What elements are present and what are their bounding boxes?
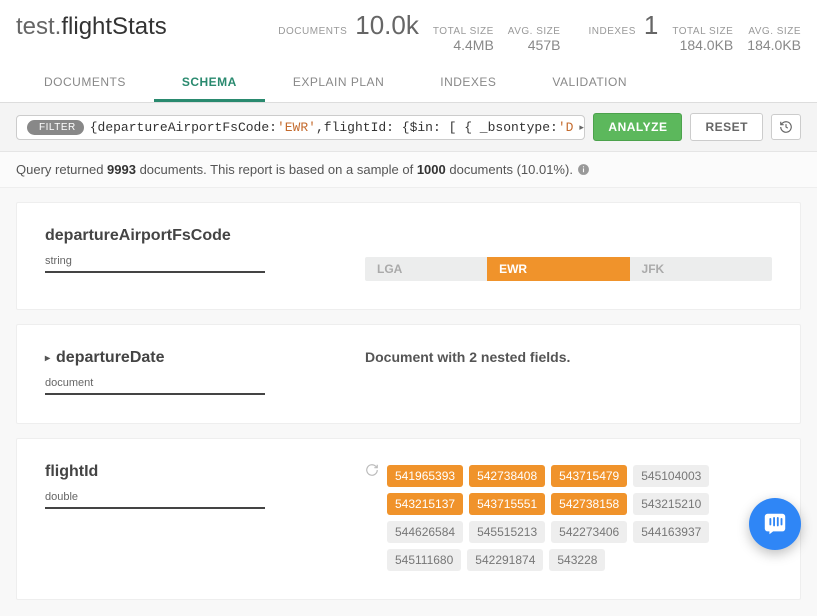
namespace-title: test.flightStats: [16, 13, 167, 41]
reset-button[interactable]: RESET: [690, 113, 763, 141]
value-chip[interactable]: 545104003: [633, 465, 709, 487]
value-chip[interactable]: 543228: [549, 549, 605, 571]
analyze-button[interactable]: ANALYZE: [593, 113, 682, 141]
value-chips: 541965393 542738408 543715479 545104003 5432…: [387, 465, 772, 571]
idx-avgsize-value: 184.0KB: [747, 37, 801, 53]
documents-count: 10.0k: [355, 12, 419, 38]
info-icon[interactable]: [577, 163, 590, 176]
indexes-label: INDEXES: [588, 26, 635, 37]
docs-totalsize-value: 4.4MB: [453, 37, 493, 53]
value-segment-EWR[interactable]: EWR: [487, 257, 629, 281]
filter-options-toggle[interactable]: ▸OPTIONS: [579, 121, 585, 133]
type-bar: [45, 393, 265, 395]
field-type: document: [45, 377, 325, 389]
query-summary: Query returned 9993 documents. This repo…: [0, 152, 817, 188]
filter-query-part: ,flightId: {$in: [ { _bsontype:: [316, 120, 558, 135]
type-bar: [45, 271, 265, 273]
field-type: string: [45, 255, 325, 267]
docs-avgsize-value: 457B: [528, 37, 561, 53]
intercom-icon: [762, 511, 788, 537]
value-chip[interactable]: 545111680: [387, 549, 461, 571]
filter-query-part: {departureAirportFsCode:: [90, 120, 277, 135]
tab-documents[interactable]: DOCUMENTS: [16, 65, 154, 102]
tab-validation[interactable]: VALIDATION: [524, 65, 655, 102]
documents-label: DOCUMENTS: [278, 26, 347, 37]
schema-field-flightId: flightId double 541965393 542738408 543715…: [16, 438, 801, 600]
docs-totalsize-label: TOTAL SIZE: [433, 26, 494, 37]
filter-badge-label: FILTER: [39, 122, 76, 133]
filter-query-string: 'D: [558, 120, 574, 135]
value-chip[interactable]: 542291874: [467, 549, 543, 571]
value-chip[interactable]: 542273406: [551, 521, 627, 543]
schema-field-departureAirportFsCode: departureAirportFsCode string LGAEWRJFK: [16, 202, 801, 310]
idx-avgsize-label: AVG. SIZE: [748, 26, 801, 37]
tab-explain-plan[interactable]: EXPLAIN PLAN: [265, 65, 412, 102]
field-type: double: [45, 491, 325, 503]
field-name[interactable]: ▸ departureDate: [45, 349, 325, 367]
field-name[interactable]: departureAirportFsCode: [45, 227, 325, 245]
tabs: DOCUMENTS SCHEMA EXPLAIN PLAN INDEXES VA…: [16, 65, 801, 102]
value-chip[interactable]: 544163937: [633, 521, 709, 543]
sample-count: 1000: [417, 162, 446, 177]
value-chip[interactable]: 544626584: [387, 521, 463, 543]
db-prefix: test.: [16, 13, 61, 40]
type-bar: [45, 507, 265, 509]
value-chip[interactable]: 542738158: [551, 493, 627, 515]
resample-icon[interactable]: [365, 463, 379, 571]
value-chip[interactable]: 543715551: [469, 493, 545, 515]
value-chip[interactable]: 545515213: [469, 521, 545, 543]
value-segment-JFK[interactable]: JFK: [630, 257, 772, 281]
filter-query-string: 'EWR': [277, 120, 316, 135]
idx-totalsize-value: 184.0KB: [680, 37, 734, 53]
history-icon: [779, 120, 793, 134]
value-chip[interactable]: 543715479: [551, 465, 627, 487]
field-name-label: departureDate: [56, 349, 164, 367]
nested-fields-message: Document with 2 nested fields.: [365, 349, 772, 365]
value-distribution-bar: LGAEWRJFK: [365, 257, 772, 281]
field-name[interactable]: flightId: [45, 463, 325, 481]
intercom-button[interactable]: [749, 498, 801, 550]
indexes-count: 1: [644, 12, 658, 38]
history-button[interactable]: [771, 114, 801, 140]
docs-avgsize-label: AVG. SIZE: [508, 26, 561, 37]
collection-name: flightStats: [61, 13, 166, 40]
value-chip[interactable]: 543215210: [633, 493, 709, 515]
expand-icon[interactable]: ▸: [45, 353, 50, 364]
schema-field-departureDate: ▸ departureDate document Document with 2…: [16, 324, 801, 424]
value-segment-LGA[interactable]: LGA: [365, 257, 487, 281]
tab-schema[interactable]: SCHEMA: [154, 65, 265, 102]
value-chip[interactable]: 543215137: [387, 493, 463, 515]
idx-totalsize-label: TOTAL SIZE: [672, 26, 733, 37]
tab-indexes[interactable]: INDEXES: [412, 65, 524, 102]
value-chip[interactable]: 541965393: [387, 465, 463, 487]
filter-input[interactable]: FILTER {departureAirportFsCode: 'EWR' ,f…: [16, 115, 585, 140]
filter-badge: FILTER: [27, 120, 84, 135]
value-chip[interactable]: 542738408: [469, 465, 545, 487]
query-count: 9993: [107, 162, 136, 177]
